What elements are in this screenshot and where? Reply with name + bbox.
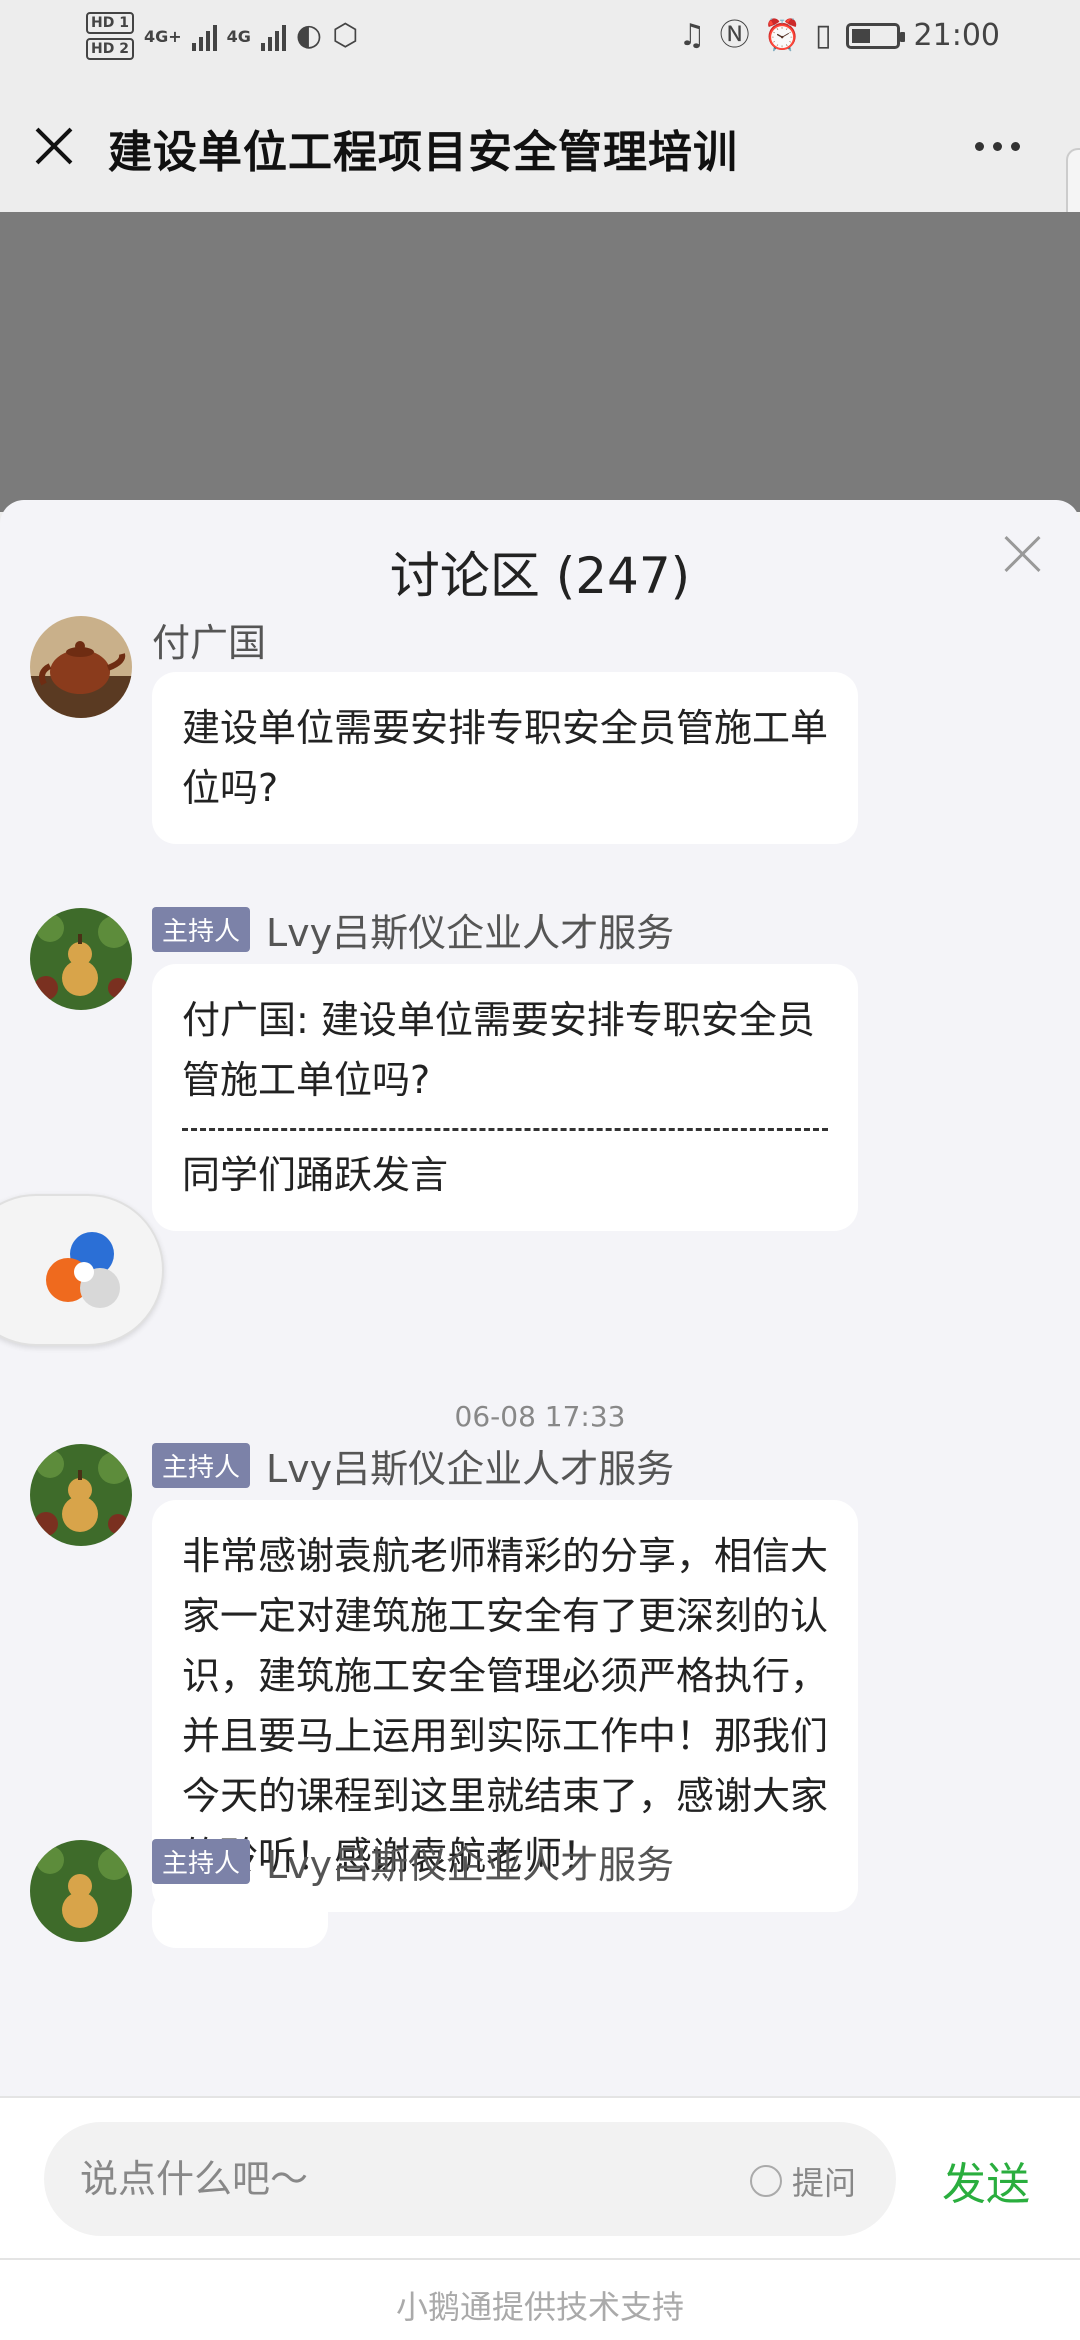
discussion-sheet: 讨论区 (247) 付广国 建设单位需要安排专职安全员管施工单位吗? 主持人 L… (0, 500, 1080, 2100)
avatar[interactable] (30, 908, 132, 1010)
gourd-avatar-icon (30, 1444, 132, 1546)
hand-icon: ⬡ (332, 18, 359, 53)
hd2-icon: HD 2 (86, 38, 134, 60)
message-text: 同学们踊跃发言 (182, 1153, 449, 1197)
comment-input-box: 提问 (44, 2122, 896, 2236)
status-bar: HD 1 HD 2 4G+ 4G ◐ ⬡ ♫ Ⓝ ⏰ ▯ 21:00 (0, 0, 1080, 80)
send-button[interactable]: 发送 (942, 2148, 1030, 2212)
avatar[interactable] (30, 1840, 132, 1942)
sheet-close-icon[interactable] (1002, 534, 1042, 574)
more-dots-icon[interactable] (975, 142, 1020, 151)
host-badge: 主持人 (152, 907, 251, 952)
status-right: ♫ Ⓝ ⏰ ▯ 21:00 (679, 18, 1000, 53)
hd1-icon: HD 1 (86, 12, 134, 34)
hd-indicators: HD 1 HD 2 (86, 12, 134, 60)
radio-icon[interactable] (750, 2165, 782, 2197)
input-bar: 提问 发送 (0, 2096, 1080, 2258)
sender-row: 主持人 Lvy吕斯仪企业人才服务 (152, 902, 674, 957)
network-label-2: 4G (226, 26, 251, 46)
xiaoe-logo-icon (46, 1232, 120, 1308)
battery-icon (845, 22, 905, 49)
video-area (0, 212, 1080, 512)
sender-name: 付广国 (152, 621, 267, 665)
floating-logo-button[interactable] (0, 1194, 164, 1346)
close-icon[interactable] (30, 122, 78, 170)
footer-credit: 小鹅通提供技术支持 (0, 2258, 1080, 2340)
network-label-1: 4G+ (143, 26, 182, 46)
gourd-avatar-icon (30, 1840, 132, 1942)
sender-row: 主持人 Lvy吕斯仪企业人才服务 (152, 1438, 674, 1493)
message-bubble[interactable]: 付广国: 建设单位需要安排专职安全员管施工单位吗? 同学们踊跃发言 (152, 964, 858, 1231)
title-bar: 建设单位工程项目安全管理培训 (0, 80, 1080, 212)
gourd-avatar-icon (30, 908, 132, 1010)
alarm-icon: ⏰ (763, 17, 802, 53)
discussion-title: 讨论区 (247) (389, 547, 691, 605)
wechat-icon: ◐ (295, 18, 323, 53)
host-badge: 主持人 (152, 1443, 251, 1488)
headphone-icon: ♫ (678, 17, 706, 53)
teapot-avatar-icon (30, 616, 132, 718)
sender-row: 付广国 (152, 612, 266, 667)
message-bubble[interactable]: 建设单位需要安排专职安全员管施工单位吗? (152, 672, 858, 844)
message-text: 建设单位需要安排专职安全员管施工单位吗? (182, 706, 829, 810)
signal-icon (191, 21, 217, 51)
sender-name: Lvy吕斯仪企业人才服务 (266, 1843, 675, 1887)
quoted-text: 付广国: 建设单位需要安排专职安全员管施工单位吗? (182, 998, 815, 1102)
quote-divider (182, 1128, 828, 1131)
message-bubble[interactable] (152, 1888, 328, 1948)
message-text: 非常感谢袁航老师精彩的分享，相信大家一定对建筑施工安全有了更深刻的认识，建筑施工… (182, 1534, 829, 1878)
signal-icon-2 (260, 21, 286, 51)
host-badge: 主持人 (152, 1839, 251, 1884)
avatar[interactable] (30, 616, 132, 718)
vibrate-icon: ▯ (815, 17, 832, 53)
ask-label: 提问 (792, 2164, 857, 2202)
sender-name: Lvy吕斯仪企业人才服务 (266, 911, 675, 955)
timestamp: 06-08 17:33 (454, 1400, 626, 1433)
avatar[interactable] (30, 1444, 132, 1546)
ask-question-toggle[interactable]: 提问 (750, 2158, 856, 2204)
page-title: 建设单位工程项目安全管理培训 (108, 127, 738, 178)
sender-name: Lvy吕斯仪企业人才服务 (266, 1447, 675, 1491)
comment-input[interactable] (80, 2148, 720, 2210)
sender-row: 主持人 Lvy吕斯仪企业人才服务 (152, 1834, 674, 1889)
nfc-icon: Ⓝ (719, 17, 750, 53)
status-left: HD 1 HD 2 4G+ 4G ◐ ⬡ (86, 12, 358, 60)
status-time: 21:00 (913, 18, 1000, 53)
